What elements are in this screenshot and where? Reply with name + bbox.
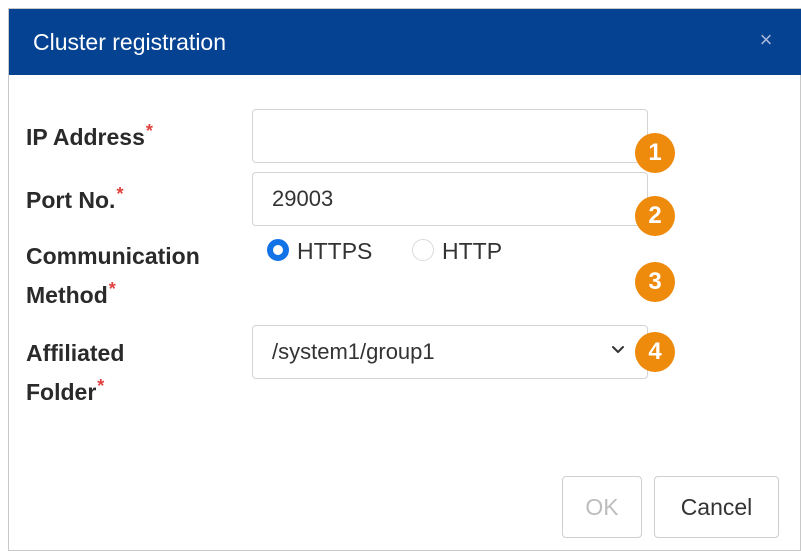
affiliated-folder-value[interactable]: /system1/group1 (272, 339, 435, 365)
required-marker: * (145, 121, 153, 141)
required-marker: * (108, 279, 116, 299)
ip-address-input[interactable] (253, 110, 647, 162)
port-field[interactable] (252, 172, 648, 226)
affiliated-folder-label-line2: Folder (26, 379, 97, 405)
close-icon[interactable]: × (756, 29, 776, 51)
callout-badge-1: 1 (635, 133, 675, 173)
ip-address-field[interactable] (252, 109, 648, 163)
port-label: Port No.* (26, 181, 123, 219)
radio-checked-icon[interactable] (267, 239, 289, 261)
required-marker: * (116, 184, 124, 204)
affiliated-folder-label: Affiliated (26, 334, 124, 372)
affiliated-folder-select[interactable]: /system1/group1 (252, 325, 648, 379)
communication-method-label: Communication (26, 237, 200, 275)
port-label-text: Port No. (26, 187, 116, 213)
dialog-title: Cluster registration (33, 29, 227, 55)
chevron-down-icon[interactable] (611, 343, 625, 357)
required-marker: * (97, 376, 105, 396)
radio-unchecked-icon[interactable] (412, 239, 434, 261)
affiliated-folder-label-line1: Affiliated (26, 340, 125, 366)
ip-address-label-text: IP Address (26, 124, 145, 150)
callout-badge-2: 2 (635, 196, 675, 236)
radio-https-label[interactable]: HTTPS (297, 236, 372, 266)
port-input[interactable] (253, 173, 647, 225)
ok-button[interactable]: OK (562, 476, 642, 538)
communication-method-label-2: Method* (26, 276, 116, 314)
callout-badge-4: 4 (635, 332, 675, 372)
dialog-title-bar: Cluster registration (9, 9, 801, 75)
ip-address-label: IP Address* (26, 118, 153, 156)
communication-method-label-line1: Communication (26, 243, 200, 269)
cancel-button[interactable]: Cancel (654, 476, 779, 538)
communication-method-label-line2: Method (26, 282, 108, 308)
radio-http-label[interactable]: HTTP (442, 236, 502, 266)
cluster-registration-dialog: Cluster registration (8, 8, 801, 551)
callout-badge-3: 3 (635, 262, 675, 302)
affiliated-folder-label-2: Folder* (26, 373, 104, 411)
